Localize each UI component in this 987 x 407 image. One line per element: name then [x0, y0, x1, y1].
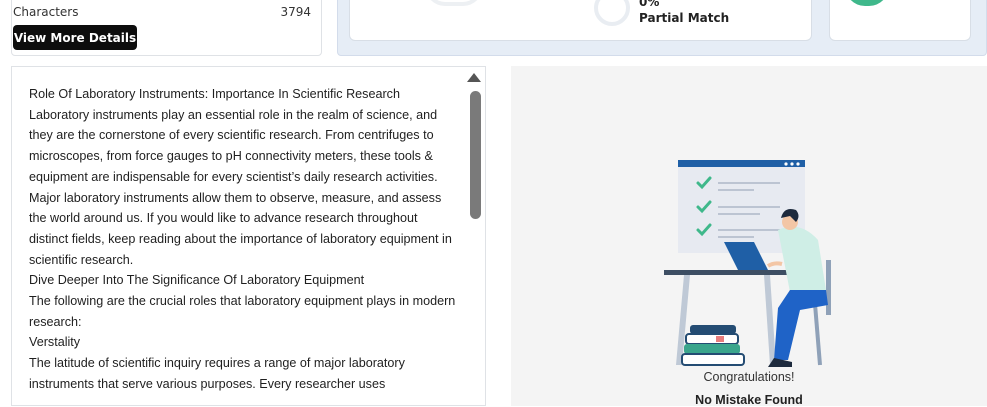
book [685, 333, 739, 345]
chair-back [826, 260, 831, 315]
view-more-details-button[interactable]: View More Details [13, 25, 137, 50]
text-paragraph: Dive Deeper Into The Significance Of Lab… [29, 273, 365, 288]
congratulations-title: Congratulations! [703, 370, 795, 384]
book [684, 344, 740, 354]
score-card [829, 0, 971, 41]
text-paragraph: Role Of Laboratory Instruments: Importan… [29, 87, 400, 101]
scroll-up-arrow-icon[interactable] [467, 73, 481, 82]
characters-count: 3794 [280, 5, 311, 19]
person-torso [778, 226, 826, 292]
match-summary-card [349, 0, 812, 41]
checked-text: Role Of Laboratory Instruments: Importan… [29, 84, 459, 395]
desk-leg [764, 275, 776, 365]
person-at-desk-illustration [664, 160, 831, 367]
text-paragraph: The latitude of scientific inquiry requi… [29, 356, 405, 391]
no-mistake-message: No Mistake Found [695, 393, 803, 407]
book [681, 353, 745, 366]
text-paragraph: Verstality [29, 335, 81, 350]
partial-match-label: Partial Match [639, 11, 730, 25]
book [690, 325, 736, 334]
characters-label: Characters [13, 5, 79, 19]
text-paragraph: Laboratory instruments play an essential… [29, 107, 452, 267]
partial-match-percent: 0% [639, 0, 660, 9]
text-content-panel[interactable]: Role Of Laboratory Instruments: Importan… [11, 66, 486, 406]
text-paragraph: The following are the crucial roles that… [29, 294, 456, 329]
scrollbar-thumb[interactable] [470, 91, 481, 219]
